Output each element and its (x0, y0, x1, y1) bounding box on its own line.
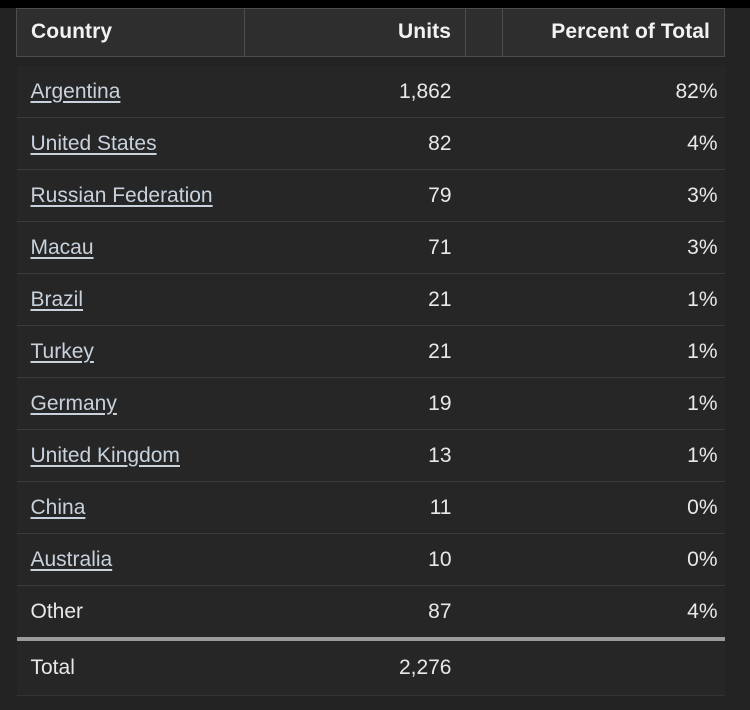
cell-spacer (465, 637, 503, 696)
cell-spacer (465, 221, 503, 274)
cell-units: 19 (244, 377, 466, 430)
table-row: Brazil 21 1% (16, 273, 725, 326)
cell-spacer (465, 66, 503, 118)
cell-country: Brazil (16, 273, 245, 326)
cell-percent: 82% (502, 66, 725, 118)
country-link[interactable]: Argentina (31, 80, 121, 103)
cell-spacer (465, 325, 503, 378)
header-spacer-row (17, 57, 725, 67)
country-link[interactable]: Germany (31, 392, 117, 415)
table-row: Russian Federation 79 3% (16, 169, 725, 222)
cell-total-units: 2,276 (244, 637, 466, 696)
country-link[interactable]: Russian Federation (31, 184, 213, 207)
cell-country: Turkey (16, 325, 245, 378)
cell-percent: 1% (502, 429, 725, 482)
country-link[interactable]: China (31, 496, 86, 519)
cell-percent: 3% (502, 221, 725, 274)
cell-spacer (465, 585, 503, 640)
cell-country: Other (16, 585, 245, 640)
cell-units: 13 (244, 429, 466, 482)
header-spacer-cell (503, 57, 725, 67)
table-row: United Kingdom 13 1% (16, 429, 725, 482)
cell-percent: 4% (502, 585, 725, 640)
cell-percent: 0% (502, 481, 725, 534)
table-body: Argentina 1,862 82% United States 82 4% (16, 57, 725, 696)
cell-units: 11 (244, 481, 466, 534)
cell-percent: 4% (502, 117, 725, 170)
cell-units: 79 (244, 169, 466, 222)
header-spacer-cell (245, 57, 466, 67)
cell-country: Australia (16, 533, 245, 586)
country-link[interactable]: United Kingdom (31, 444, 180, 467)
table-row: Macau 71 3% (16, 221, 725, 274)
cell-country: United States (16, 117, 245, 170)
header-spacer-cell (466, 57, 503, 67)
cell-country: United Kingdom (16, 429, 245, 482)
cell-units: 82 (244, 117, 466, 170)
table-row: Turkey 21 1% (16, 325, 725, 378)
table-row: Argentina 1,862 82% (16, 66, 725, 118)
country-link[interactable]: United States (31, 132, 157, 155)
cell-country: Macau (16, 221, 245, 274)
cell-country: Germany (16, 377, 245, 430)
cell-spacer (465, 481, 503, 534)
table-row: Australia 10 0% (16, 533, 725, 586)
country-link[interactable]: Australia (31, 548, 113, 571)
country-link[interactable]: Brazil (31, 288, 84, 311)
country-link[interactable]: Macau (31, 236, 94, 259)
page-root: Country Units Percent of Total Argentina (0, 0, 750, 710)
cell-units: 21 (244, 273, 466, 326)
cell-spacer (465, 117, 503, 170)
country-units-table: Country Units Percent of Total Argentina (16, 8, 725, 696)
table-row: China 11 0% (16, 481, 725, 534)
table-row: Germany 19 1% (16, 377, 725, 430)
stats-table-container: Country Units Percent of Total Argentina (16, 8, 725, 696)
cell-units: 21 (244, 325, 466, 378)
table-row-other: Other 87 4% (16, 585, 725, 640)
country-label: Other (30, 599, 84, 623)
cell-units: 1,862 (244, 66, 466, 118)
top-black-band (0, 0, 750, 8)
cell-spacer (465, 273, 503, 326)
cell-spacer (465, 169, 503, 222)
table-row: United States 82 4% (16, 117, 725, 170)
column-header-units[interactable]: Units (244, 8, 466, 57)
cell-units: 10 (244, 533, 466, 586)
cell-percent: 1% (502, 325, 725, 378)
cell-total-percent (502, 637, 725, 696)
cell-units: 71 (244, 221, 466, 274)
column-header-country[interactable]: Country (16, 8, 245, 57)
cell-units: 87 (244, 585, 466, 640)
cell-percent: 0% (502, 533, 725, 586)
cell-percent: 1% (502, 377, 725, 430)
cell-spacer (465, 377, 503, 430)
table-header-row: Country Units Percent of Total (16, 8, 725, 57)
cell-percent: 3% (502, 169, 725, 222)
cell-country: Russian Federation (16, 169, 245, 222)
table-header: Country Units Percent of Total (16, 8, 725, 57)
table-row-total: Total 2,276 (16, 637, 725, 696)
cell-country: Argentina (16, 66, 245, 118)
header-spacer-cell (17, 57, 245, 67)
cell-spacer (465, 533, 503, 586)
country-link[interactable]: Turkey (31, 340, 94, 363)
cell-country: China (16, 481, 245, 534)
column-header-percent-of-total[interactable]: Percent of Total (502, 8, 725, 57)
cell-total-label: Total (16, 637, 245, 696)
cell-spacer (465, 429, 503, 482)
column-header-spacer (465, 8, 503, 57)
cell-percent: 1% (502, 273, 725, 326)
